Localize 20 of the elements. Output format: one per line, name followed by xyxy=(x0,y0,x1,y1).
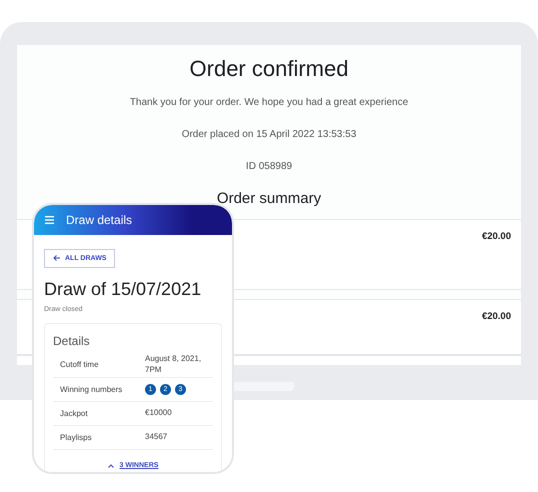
card-title: Details xyxy=(53,333,91,350)
detail-value: 34567 xyxy=(145,432,168,443)
detail-label: Jackpot xyxy=(60,408,89,420)
detail-label: Winning numbers xyxy=(60,384,124,396)
back-arrow-icon xyxy=(53,255,60,261)
confirmation-message: Thank you for your order. We hope you had a great experience xyxy=(130,96,408,110)
draw-title: Draw of 15/07/2021 xyxy=(44,280,202,300)
detail-value: €10000 xyxy=(145,408,173,419)
caret-icon xyxy=(108,464,114,468)
detail-label: Cutoff time xyxy=(60,358,100,371)
page-title: Order confirmed xyxy=(190,57,348,82)
order-date: Order placed on 15 April 2022 13:53:53 xyxy=(182,128,356,142)
menu-icon[interactable] xyxy=(45,216,54,224)
order-id: ID 058989 xyxy=(246,160,292,174)
item-price: €20.00 xyxy=(482,310,511,324)
item-price: €20.00 xyxy=(482,230,511,244)
detail-value: August 8, 2021, 7PM xyxy=(145,354,202,376)
header-title: Draw details xyxy=(66,212,132,229)
detail-label: Playlisps xyxy=(60,432,93,444)
section-title: Order summary xyxy=(216,189,322,210)
